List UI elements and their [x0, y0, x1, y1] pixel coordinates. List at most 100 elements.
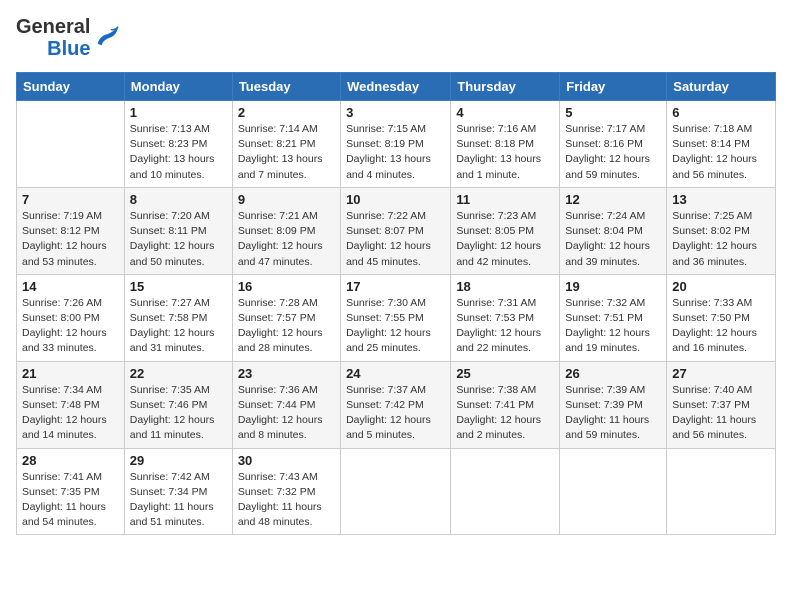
calendar-cell: 10 Sunrise: 7:22 AMSunset: 8:07 PMDayligh… — [341, 187, 451, 274]
day-info: Sunrise: 7:23 AMSunset: 8:05 PMDaylight:… — [456, 209, 554, 270]
logo-blue-text: Blue — [47, 38, 90, 60]
day-number: 1 — [130, 105, 227, 120]
calendar-cell: 16 Sunrise: 7:28 AMSunset: 7:57 PMDayligh… — [232, 274, 340, 361]
calendar-cell: 26 Sunrise: 7:39 AMSunset: 7:39 PMDayligh… — [560, 361, 667, 448]
day-info: Sunrise: 7:31 AMSunset: 7:53 PMDaylight:… — [456, 296, 554, 357]
calendar-cell — [451, 448, 560, 535]
calendar-cell — [667, 448, 776, 535]
calendar-week-1: 1 Sunrise: 7:13 AMSunset: 8:23 PMDaylight… — [17, 101, 776, 188]
day-info: Sunrise: 7:33 AMSunset: 7:50 PMDaylight:… — [672, 296, 770, 357]
calendar-cell: 7Sunrise: 7:19 AMSunset: 8:12 PMDaylight… — [17, 187, 125, 274]
day-info: Sunrise: 7:18 AMSunset: 8:14 PMDaylight:… — [672, 122, 770, 183]
calendar-cell — [560, 448, 667, 535]
calendar-cell: 25 Sunrise: 7:38 AMSunset: 7:41 PMDayligh… — [451, 361, 560, 448]
calendar-cell: 3Sunrise: 7:15 AMSunset: 8:19 PMDaylight… — [341, 101, 451, 188]
weekday-header-sunday: Sunday — [17, 73, 125, 101]
day-info: Sunrise: 7:43 AMSunset: 7:32 PMDaylight:… — [238, 470, 335, 531]
day-number: 10 — [346, 192, 445, 207]
day-number: 23 — [238, 366, 335, 381]
day-number: 12 — [565, 192, 661, 207]
day-number: 21 — [22, 366, 119, 381]
day-number: 5 — [565, 105, 661, 120]
calendar-cell — [341, 448, 451, 535]
day-number: 26 — [565, 366, 661, 381]
calendar-cell: 13 Sunrise: 7:25 AMSunset: 8:02 PMDayligh… — [667, 187, 776, 274]
day-info: Sunrise: 7:14 AMSunset: 8:21 PMDaylight:… — [238, 122, 335, 183]
calendar-cell: 4 Sunrise: 7:16 AMSunset: 8:18 PMDaylight… — [451, 101, 560, 188]
calendar-cell: 21 Sunrise: 7:34 AMSunset: 7:48 PMDayligh… — [17, 361, 125, 448]
day-info: Sunrise: 7:38 AMSunset: 7:41 PMDaylight:… — [456, 383, 554, 444]
day-number: 29 — [130, 453, 227, 468]
day-info: Sunrise: 7:22 AMSunset: 8:07 PMDaylight:… — [346, 209, 445, 270]
day-info: Sunrise: 7:13 AMSunset: 8:23 PMDaylight:… — [130, 122, 227, 183]
day-number: 20 — [672, 279, 770, 294]
day-number: 4 — [456, 105, 554, 120]
day-number: 14 — [22, 279, 119, 294]
calendar-cell: 29 Sunrise: 7:42 AMSunset: 7:34 PMDayligh… — [124, 448, 232, 535]
calendar-cell: 22Sunrise: 7:35 AMSunset: 7:46 PMDayligh… — [124, 361, 232, 448]
day-number: 27 — [672, 366, 770, 381]
day-number: 19 — [565, 279, 661, 294]
calendar-cell: 28 Sunrise: 7:41 AMSunset: 7:35 PMDayligh… — [17, 448, 125, 535]
calendar-cell — [17, 101, 125, 188]
day-number: 15 — [130, 279, 227, 294]
calendar-cell: 30Sunrise: 7:43 AMSunset: 7:32 PMDayligh… — [232, 448, 340, 535]
day-info: Sunrise: 7:42 AMSunset: 7:34 PMDaylight:… — [130, 470, 227, 531]
day-info: Sunrise: 7:34 AMSunset: 7:48 PMDaylight:… — [22, 383, 119, 444]
calendar-cell: 24 Sunrise: 7:37 AMSunset: 7:42 PMDayligh… — [341, 361, 451, 448]
weekday-header-monday: Monday — [124, 73, 232, 101]
calendar-cell: 14 Sunrise: 7:26 AMSunset: 8:00 PMDayligh… — [17, 274, 125, 361]
calendar-week-5: 28 Sunrise: 7:41 AMSunset: 7:35 PMDayligh… — [17, 448, 776, 535]
page-header: General Blue — [16, 16, 776, 60]
day-info: Sunrise: 7:40 AMSunset: 7:37 PMDaylight:… — [672, 383, 770, 444]
calendar-cell: 9Sunrise: 7:21 AMSunset: 8:09 PMDaylight… — [232, 187, 340, 274]
day-info: Sunrise: 7:39 AMSunset: 7:39 PMDaylight:… — [565, 383, 661, 444]
day-info: Sunrise: 7:26 AMSunset: 8:00 PMDaylight:… — [22, 296, 119, 357]
logo-combined: General Blue — [16, 16, 122, 60]
day-info: Sunrise: 7:19 AMSunset: 8:12 PMDaylight:… — [22, 209, 119, 270]
weekday-header-tuesday: Tuesday — [232, 73, 340, 101]
day-number: 24 — [346, 366, 445, 381]
weekday-header-saturday: Saturday — [667, 73, 776, 101]
day-number: 25 — [456, 366, 554, 381]
logo-general-text: General — [16, 16, 90, 38]
day-number: 3 — [346, 105, 445, 120]
calendar-cell: 1 Sunrise: 7:13 AMSunset: 8:23 PMDaylight… — [124, 101, 232, 188]
calendar-cell: 19 Sunrise: 7:32 AMSunset: 7:51 PMDayligh… — [560, 274, 667, 361]
calendar-week-4: 21 Sunrise: 7:34 AMSunset: 7:48 PMDayligh… — [17, 361, 776, 448]
day-number: 13 — [672, 192, 770, 207]
day-number: 16 — [238, 279, 335, 294]
calendar-week-2: 7Sunrise: 7:19 AMSunset: 8:12 PMDaylight… — [17, 187, 776, 274]
calendar-table: SundayMondayTuesdayWednesdayThursdayFrid… — [16, 72, 776, 535]
day-info: Sunrise: 7:16 AMSunset: 8:18 PMDaylight:… — [456, 122, 554, 183]
day-info: Sunrise: 7:27 AMSunset: 7:58 PMDaylight:… — [130, 296, 227, 357]
day-number: 8 — [130, 192, 227, 207]
day-info: Sunrise: 7:28 AMSunset: 7:57 PMDaylight:… — [238, 296, 335, 357]
calendar-cell: 23 Sunrise: 7:36 AMSunset: 7:44 PMDayligh… — [232, 361, 340, 448]
day-info: Sunrise: 7:41 AMSunset: 7:35 PMDaylight:… — [22, 470, 119, 531]
calendar-cell: 6 Sunrise: 7:18 AMSunset: 8:14 PMDaylight… — [667, 101, 776, 188]
calendar-cell: 2 Sunrise: 7:14 AMSunset: 8:21 PMDaylight… — [232, 101, 340, 188]
day-number: 2 — [238, 105, 335, 120]
day-info: Sunrise: 7:35 AMSunset: 7:46 PMDaylight:… — [130, 383, 227, 444]
day-info: Sunrise: 7:25 AMSunset: 8:02 PMDaylight:… — [672, 209, 770, 270]
day-number: 28 — [22, 453, 119, 468]
logo-bird-icon — [94, 24, 122, 52]
weekday-header-thursday: Thursday — [451, 73, 560, 101]
calendar-cell: 8Sunrise: 7:20 AMSunset: 8:11 PMDaylight… — [124, 187, 232, 274]
day-info: Sunrise: 7:36 AMSunset: 7:44 PMDaylight:… — [238, 383, 335, 444]
day-info: Sunrise: 7:24 AMSunset: 8:04 PMDaylight:… — [565, 209, 661, 270]
calendar-week-3: 14 Sunrise: 7:26 AMSunset: 8:00 PMDayligh… — [17, 274, 776, 361]
day-info: Sunrise: 7:37 AMSunset: 7:42 PMDaylight:… — [346, 383, 445, 444]
day-number: 18 — [456, 279, 554, 294]
weekday-header-row: SundayMondayTuesdayWednesdayThursdayFrid… — [17, 73, 776, 101]
logo: General Blue — [16, 16, 122, 60]
calendar-cell: 18 Sunrise: 7:31 AMSunset: 7:53 PMDayligh… — [451, 274, 560, 361]
calendar-cell: 20 Sunrise: 7:33 AMSunset: 7:50 PMDayligh… — [667, 274, 776, 361]
weekday-header-friday: Friday — [560, 73, 667, 101]
day-number: 6 — [672, 105, 770, 120]
day-info: Sunrise: 7:32 AMSunset: 7:51 PMDaylight:… — [565, 296, 661, 357]
calendar-cell: 27 Sunrise: 7:40 AMSunset: 7:37 PMDayligh… — [667, 361, 776, 448]
day-number: 11 — [456, 192, 554, 207]
day-number: 9 — [238, 192, 335, 207]
